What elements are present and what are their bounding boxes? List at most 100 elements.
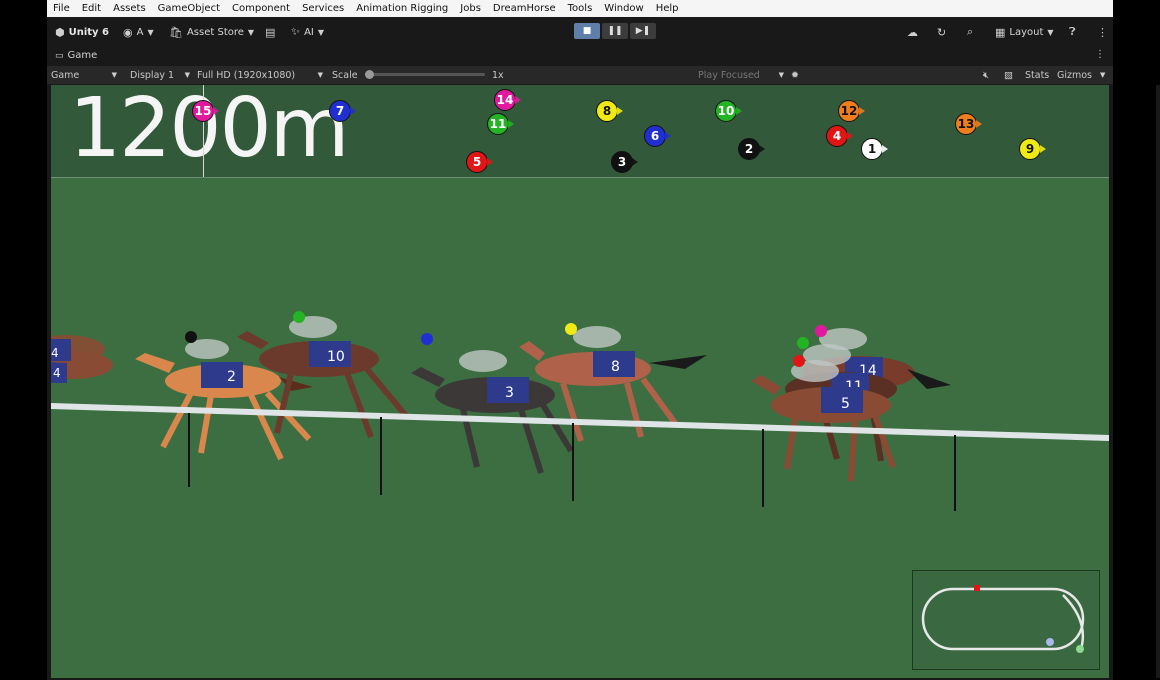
resolution-dropdown[interactable]: Full HD (1920x1080) ▼: [197, 66, 323, 84]
keyboard-icon: ▧: [1004, 69, 1013, 81]
position-marker-number: 5: [472, 155, 482, 169]
position-marker-7: 7: [329, 100, 356, 122]
play-focused-dropdown[interactable]: Play Focused ▼: [698, 66, 784, 84]
position-marker-4: 4: [826, 125, 853, 147]
scale-slider[interactable]: [365, 70, 485, 79]
saddle-cloth-number: 2: [227, 369, 236, 385]
position-marker-11: 11: [487, 113, 514, 135]
play-controls: ■ ❚❚ ▶❚: [574, 23, 656, 41]
minimap-track: [921, 585, 1085, 653]
tab-game[interactable]: ▭ Game: [55, 50, 97, 61]
position-marker-line: [203, 85, 204, 177]
asset-store-button[interactable]: 🛍︎ Asset Store ▼: [169, 17, 254, 47]
history-icon: ↻: [937, 25, 947, 39]
position-marker-3: 3: [611, 151, 638, 173]
unity-logo-icon: ⬢: [55, 25, 65, 39]
saddle-cloth-number: 3: [505, 385, 514, 401]
window-edge: [1156, 85, 1160, 678]
position-marker-number: 9: [1025, 142, 1035, 156]
scale-slider-handle[interactable]: [365, 70, 374, 79]
menu-tools[interactable]: Tools: [562, 0, 599, 17]
game-viewport[interactable]: 1200m 15 7 14 11 5 8 3 6 10 2 12 4 1 13 9 4 2: [51, 85, 1109, 678]
minimap-marker-blue: [1046, 638, 1054, 646]
product-label: Unity 6: [68, 26, 110, 38]
layout-dropdown[interactable]: ▦ Layout ▼: [995, 17, 1054, 47]
position-marker-number: 13: [957, 117, 975, 131]
saddle-cloth-number: 10: [327, 349, 345, 365]
more-menu-button[interactable]: ⋮: [1097, 17, 1112, 47]
history-button[interactable]: ↻: [937, 17, 950, 47]
position-marker-number: 8: [602, 104, 612, 118]
resolution-label: Full HD (1920x1080): [197, 69, 296, 81]
saddle-cloth-number: 4: [51, 346, 59, 360]
cloud-icon: ☁: [907, 25, 918, 39]
position-marker-number: 7: [335, 104, 345, 118]
menu-component[interactable]: Component: [226, 0, 296, 17]
chevron-down-icon: ▼: [111, 71, 117, 79]
ai-button[interactable]: ✨︎ AI ▼: [291, 17, 324, 47]
view-mode-dropdown[interactable]: Game ▼: [51, 66, 117, 84]
tab-game-label: Game: [67, 50, 98, 61]
menu-bar: File Edit Assets GameObject Component Se…: [47, 0, 1113, 17]
stop-button[interactable]: ■: [574, 23, 600, 39]
tab-bar: ▭ Game ⋮: [47, 47, 1113, 66]
position-marker-2: 2: [738, 138, 765, 160]
track-minimap: [912, 570, 1100, 670]
mute-audio-button[interactable]: 🔇︎: [983, 66, 989, 84]
distance-readout: 1200m: [69, 85, 350, 176]
sparkle-icon: ✨︎: [291, 25, 301, 38]
menu-window[interactable]: Window: [598, 0, 649, 17]
position-marker-number: 1: [867, 142, 877, 156]
bug-button[interactable]: ✹: [791, 66, 799, 84]
saddle-cloth-number: 4: [53, 366, 61, 380]
layout-icon: ▦: [995, 25, 1006, 39]
menu-services[interactable]: Services: [296, 0, 350, 17]
menu-jobs[interactable]: Jobs: [454, 0, 487, 17]
package-button[interactable]: ▤: [265, 17, 279, 47]
search-button[interactable]: ⌕: [967, 17, 977, 47]
position-marker-number: 6: [650, 129, 660, 143]
menu-file[interactable]: File: [47, 0, 76, 17]
position-marker-number: 14: [496, 93, 514, 107]
menu-dreamhorse[interactable]: DreamHorse: [487, 0, 562, 17]
position-marker-number: 15: [194, 104, 212, 118]
tab-options-button[interactable]: ⋮: [1095, 49, 1105, 60]
search-icon: ⌕: [967, 25, 974, 38]
position-marker-number: 2: [744, 142, 754, 156]
account-dropdown[interactable]: ◉ A ▼: [123, 17, 154, 47]
position-marker-number: 11: [489, 117, 507, 131]
help-button[interactable]: ❓︎: [1069, 17, 1080, 47]
speaker-mute-icon: 🔇︎: [983, 69, 989, 81]
step-icon: ▶❚: [635, 26, 651, 36]
display-dropdown[interactable]: Display 1 ▼: [130, 66, 190, 84]
menu-edit[interactable]: Edit: [76, 0, 107, 17]
game-view-toolbar: Game ▼ Display 1 ▼ Full HD (1920x1080) ▼…: [47, 66, 1113, 85]
menu-assets[interactable]: Assets: [107, 0, 152, 17]
chevron-down-icon: ▼: [1047, 27, 1054, 37]
position-marker-8: 8: [596, 100, 623, 122]
position-marker-6: 6: [644, 125, 671, 147]
position-marker-10: 10: [715, 100, 742, 122]
step-button[interactable]: ▶❚: [630, 23, 656, 39]
position-marker-15: 15: [192, 100, 219, 122]
shortcuts-button[interactable]: ▧: [1004, 66, 1013, 84]
position-marker-5: 5: [466, 151, 493, 173]
chevron-down-icon: ▼: [778, 71, 784, 79]
saddle-cloth-number: 5: [841, 396, 850, 412]
menu-help[interactable]: Help: [650, 0, 685, 17]
saddle-cloth-number: 8: [611, 359, 620, 375]
cloud-button[interactable]: ☁: [907, 17, 922, 47]
gizmos-dropdown[interactable]: Gizmos ▼: [1057, 66, 1105, 84]
chevron-down-icon: ▼: [317, 71, 323, 79]
position-marker-number: 3: [617, 155, 627, 169]
bug-icon: ✹: [791, 69, 799, 81]
pause-button[interactable]: ❚❚: [602, 23, 628, 39]
menu-gameobject[interactable]: GameObject: [152, 0, 226, 17]
stats-button[interactable]: Stats: [1025, 66, 1049, 84]
menu-animation-rigging[interactable]: Animation Rigging: [350, 0, 454, 17]
position-marker-number: 12: [840, 104, 858, 118]
unity-account-menu[interactable]: ⬢ Unity 6: [55, 17, 109, 47]
position-marker-9: 9: [1019, 138, 1046, 160]
position-marker-12: 12: [838, 100, 865, 122]
account-label: A: [136, 26, 144, 38]
